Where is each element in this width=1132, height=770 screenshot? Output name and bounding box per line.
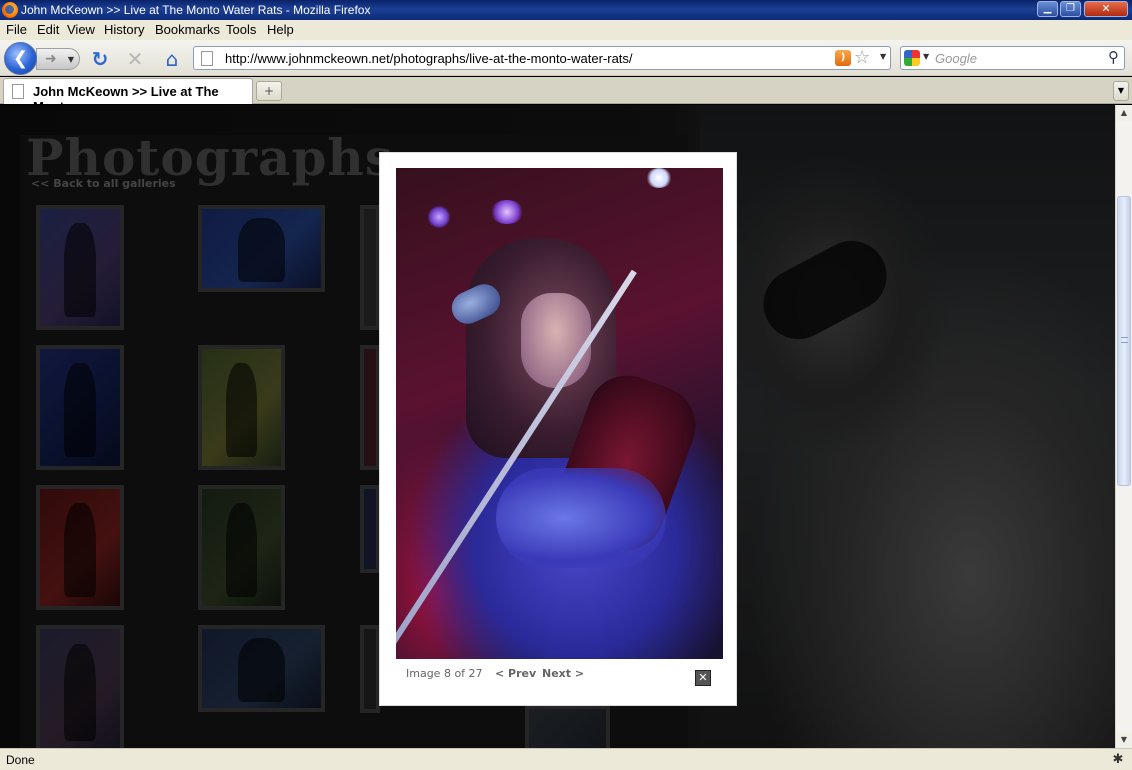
tab-current[interactable]: John McKeown >> Live at The Mont...: [3, 78, 253, 114]
rss-feed-icon[interactable]: ): [835, 50, 851, 66]
menu-help[interactable]: Help: [267, 22, 294, 37]
window-title-bar: John McKeown >> Live at The Monto Water …: [0, 0, 1132, 20]
photo-hands-shape: [496, 468, 666, 568]
page-icon: [201, 51, 213, 66]
menu-tools[interactable]: Tools: [226, 22, 256, 37]
close-icon: ✕: [698, 671, 708, 684]
grip-icon: [1121, 337, 1128, 343]
tab-bar: John McKeown >> Live at The Mont... + ▼: [0, 77, 1132, 114]
history-dropdown-icon[interactable]: ▼: [68, 50, 74, 70]
magnifier-icon[interactable]: ⚲: [1108, 48, 1119, 66]
menu-edit[interactable]: Edit: [37, 22, 59, 37]
vertical-scrollbar[interactable]: ▲ ▼: [1115, 105, 1132, 748]
address-text[interactable]: http://www.johnmckeown.net/photographs/l…: [225, 51, 633, 66]
google-icon[interactable]: [904, 50, 920, 66]
close-lightbox-button[interactable]: ✕: [695, 670, 711, 686]
page-content: Photographs << Back to all galleries Ima…: [0, 105, 1115, 748]
photo-face-shape: [521, 293, 591, 388]
menu-bookmarks[interactable]: Bookmarks: [155, 22, 220, 37]
navigation-toolbar: ➜ ▼ ❮ ↻ ✕ ⌂ http://www.johnmckeown.net/p…: [0, 40, 1132, 76]
home-icon: ⌂: [165, 47, 179, 71]
chevron-down-icon: ▼: [1117, 86, 1125, 95]
window-title: John McKeown >> Live at The Monto Water …: [21, 3, 371, 17]
lightbox-photo[interactable]: [396, 168, 723, 659]
stop-icon: ✕: [126, 47, 144, 71]
plus-icon: +: [263, 84, 275, 98]
search-engine-dropdown-icon[interactable]: ▼: [923, 52, 929, 61]
new-tab-button[interactable]: +: [256, 81, 282, 101]
menu-bar: File Edit View History Bookmarks Tools H…: [0, 20, 1132, 40]
scroll-up-button[interactable]: ▲: [1116, 105, 1132, 121]
home-button[interactable]: ⌂: [160, 47, 184, 71]
address-dropdown-icon[interactable]: ▼: [880, 52, 886, 61]
menu-file[interactable]: File: [6, 22, 27, 37]
reload-icon: ↻: [91, 47, 109, 71]
chevron-up-icon: ▲: [1120, 108, 1128, 117]
search-input[interactable]: Google: [935, 51, 977, 66]
menu-history[interactable]: History: [104, 22, 144, 37]
firefox-logo-icon: [2, 2, 18, 18]
stage-light: [490, 200, 524, 224]
lightbox-dialog: Image 8 of 27 < Prev Next > ✕: [379, 152, 737, 706]
forward-arrow-icon: ➜: [45, 51, 57, 67]
prev-link[interactable]: < Prev: [495, 667, 536, 680]
stage-light: [646, 168, 672, 188]
forward-button[interactable]: ➜ ▼: [36, 48, 80, 70]
star-icon[interactable]: ☆: [854, 47, 870, 68]
stage-light: [428, 206, 450, 228]
back-arrow-icon: ❮: [12, 48, 29, 69]
scrollbar-thumb[interactable]: [1117, 196, 1131, 486]
maximize-button[interactable]: ❐: [1060, 1, 1081, 17]
address-bar[interactable]: http://www.johnmckeown.net/photographs/l…: [193, 46, 891, 70]
close-window-button[interactable]: ✕: [1084, 1, 1128, 17]
chevron-down-icon: ▼: [1120, 735, 1128, 744]
search-bar[interactable]: ▼ Google ⚲: [900, 46, 1125, 70]
reload-button[interactable]: ↻: [88, 47, 112, 71]
page-icon: [12, 84, 24, 99]
status-text: Done: [6, 753, 35, 767]
scroll-down-button[interactable]: ▼: [1116, 732, 1132, 748]
minimize-button[interactable]: ▁: [1037, 1, 1058, 17]
status-bar: Done ✱: [0, 748, 1132, 770]
stop-button[interactable]: ✕: [123, 47, 147, 71]
menu-view[interactable]: View: [67, 22, 95, 37]
bug-icon[interactable]: ✱: [1110, 752, 1126, 768]
tab-list-button[interactable]: ▼: [1113, 81, 1129, 101]
back-button[interactable]: ❮: [4, 42, 37, 75]
image-counter: Image 8 of 27: [406, 667, 483, 680]
next-link[interactable]: Next >: [542, 667, 584, 680]
